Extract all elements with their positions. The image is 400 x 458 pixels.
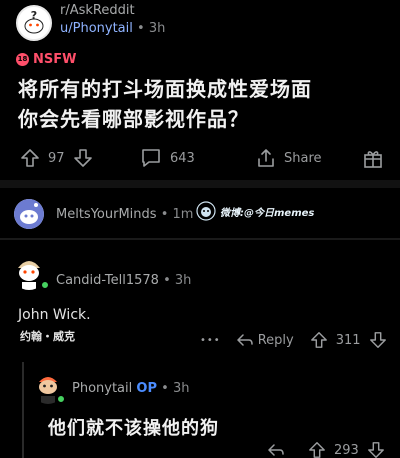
vote-count: 311: [335, 332, 361, 348]
gift-award-icon: [364, 151, 382, 168]
post-action-bar: 97 643 Share: [0, 143, 400, 173]
more-options-icon[interactable]: •••: [200, 335, 221, 346]
collapsed-comment[interactable]: MeltsYourMinds • 1m 微博:@今日memes: [0, 188, 400, 236]
comment-username[interactable]: Phonytail: [72, 381, 132, 396]
meta-separator: •: [163, 273, 175, 288]
comment-age: 3h: [174, 273, 192, 288]
thread-line[interactable]: [22, 362, 24, 458]
reply-label: Reply: [257, 332, 294, 348]
nsfw-icon: 18: [16, 53, 29, 66]
comment-subtitle: 约翰・威克: [20, 330, 75, 343]
reply-arrow-icon: [236, 334, 253, 346]
subreddit-name[interactable]: r/AskReddit: [60, 3, 135, 18]
downvote-icon[interactable]: [369, 331, 387, 349]
award-button[interactable]: [362, 143, 384, 173]
downvote-icon[interactable]: [73, 148, 93, 168]
reply-arrow-icon[interactable]: [268, 443, 284, 457]
avatar[interactable]: [14, 199, 44, 229]
upvote-icon[interactable]: [20, 148, 40, 168]
share-button[interactable]: Share: [256, 143, 322, 173]
nsfw-tag: 18 NSFW: [16, 52, 76, 67]
weibo-logo-icon: [196, 201, 216, 221]
comment-meta: MeltsYourMinds • 1m: [56, 207, 193, 222]
post-card: ? r/AskReddit u/Phonytail • 3h 18 NSFW 将…: [0, 0, 400, 185]
comment-separator: [0, 238, 400, 240]
upvote-count: 97: [48, 150, 65, 166]
comment-age: 3h: [172, 381, 190, 396]
comment: Candid-Tell1578 • 3h John Wick. 约翰・威克 ••…: [0, 244, 400, 356]
comment-body: John Wick.: [18, 307, 91, 323]
post-age: 3h: [148, 21, 166, 36]
op-badge: OP: [136, 381, 157, 396]
comment-meta: Candid-Tell1578 • 3h: [56, 273, 191, 288]
downvote-icon[interactable]: [367, 441, 385, 458]
meta-separator: •: [161, 381, 173, 396]
post-title-line-2: 你会先看哪部影视作品？: [18, 107, 249, 131]
svg-text:?: ?: [31, 9, 37, 22]
comment-meta: Phonytail OP • 3h: [72, 381, 189, 396]
comment-action-bar: 293: [268, 440, 385, 458]
vote-count: 293: [334, 442, 359, 458]
online-status-icon: [56, 394, 66, 404]
post-title[interactable]: 将所有的打斗场面换成性爱场面 你会先看哪部影视作品？: [18, 74, 388, 134]
section-divider: [0, 180, 400, 188]
comment-bubble-icon: [142, 149, 160, 167]
reply-button[interactable]: Reply: [236, 332, 294, 348]
reply-comment: Phonytail OP • 3h 他们就不该操他的狗 293: [30, 362, 400, 458]
comment-username[interactable]: MeltsYourMinds: [56, 207, 157, 222]
post-title-line-1: 将所有的打斗场面换成性爱场面: [18, 77, 312, 101]
upvote-icon[interactable]: [308, 441, 326, 458]
share-icon: [258, 149, 274, 167]
post-author-name[interactable]: u/Phonytail: [60, 21, 133, 36]
comment-age: 1m: [172, 207, 194, 222]
comments-button[interactable]: 643: [140, 143, 195, 173]
comment-body: 他们就不该操他的狗: [48, 418, 219, 439]
askreddit-logo-icon: ?: [18, 7, 50, 39]
watermark: 微博:@今日memes: [196, 201, 314, 221]
meta-separator: •: [137, 21, 149, 36]
subreddit-avatar[interactable]: ?: [16, 5, 52, 41]
online-status-icon: [40, 280, 50, 290]
upvote-icon[interactable]: [310, 331, 328, 349]
snoo-avatar-icon: [14, 199, 44, 229]
share-label: Share: [284, 150, 322, 166]
post-author[interactable]: u/Phonytail • 3h: [60, 21, 165, 36]
vote-group: 97: [20, 143, 93, 173]
comment-count: 643: [170, 150, 195, 166]
nsfw-label: NSFW: [33, 52, 77, 67]
meta-separator: •: [160, 207, 173, 222]
comment-username[interactable]: Candid-Tell1578: [56, 273, 159, 288]
comment-action-bar: ••• Reply 311: [200, 330, 387, 350]
watermark-text: 微博:@今日memes: [220, 207, 315, 219]
